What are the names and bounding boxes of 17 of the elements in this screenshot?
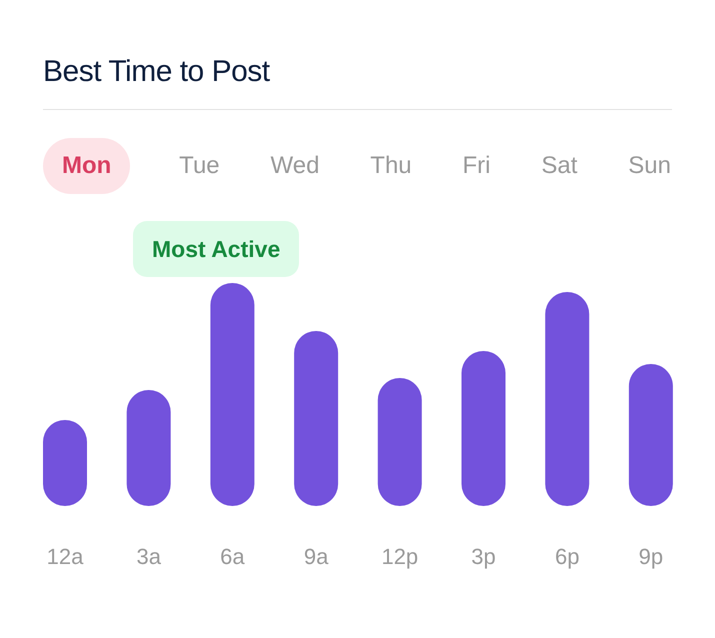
day-tab[interactable]: Sat <box>539 138 580 194</box>
day-tab[interactable]: Fri <box>460 138 492 194</box>
time-label: 9a <box>302 543 330 571</box>
time-label: 12p <box>380 543 420 571</box>
time-label: 6a <box>219 543 246 571</box>
day-tab[interactable]: Tue <box>177 138 222 194</box>
time-label: 3p <box>470 543 497 571</box>
card-title: Best Time to Post <box>43 54 271 90</box>
day-tab[interactable]: Sun <box>626 138 673 194</box>
time-label: 6p <box>554 543 580 571</box>
day-tab[interactable]: Mon <box>43 138 130 194</box>
day-tab[interactable]: Wed <box>268 138 322 194</box>
time-label: 12a <box>46 543 84 571</box>
most-active-badge: Most Active <box>133 221 300 277</box>
time-label: 9p <box>638 543 664 571</box>
day-tab[interactable]: Thu <box>368 138 414 194</box>
time-label: 3a <box>135 543 162 571</box>
